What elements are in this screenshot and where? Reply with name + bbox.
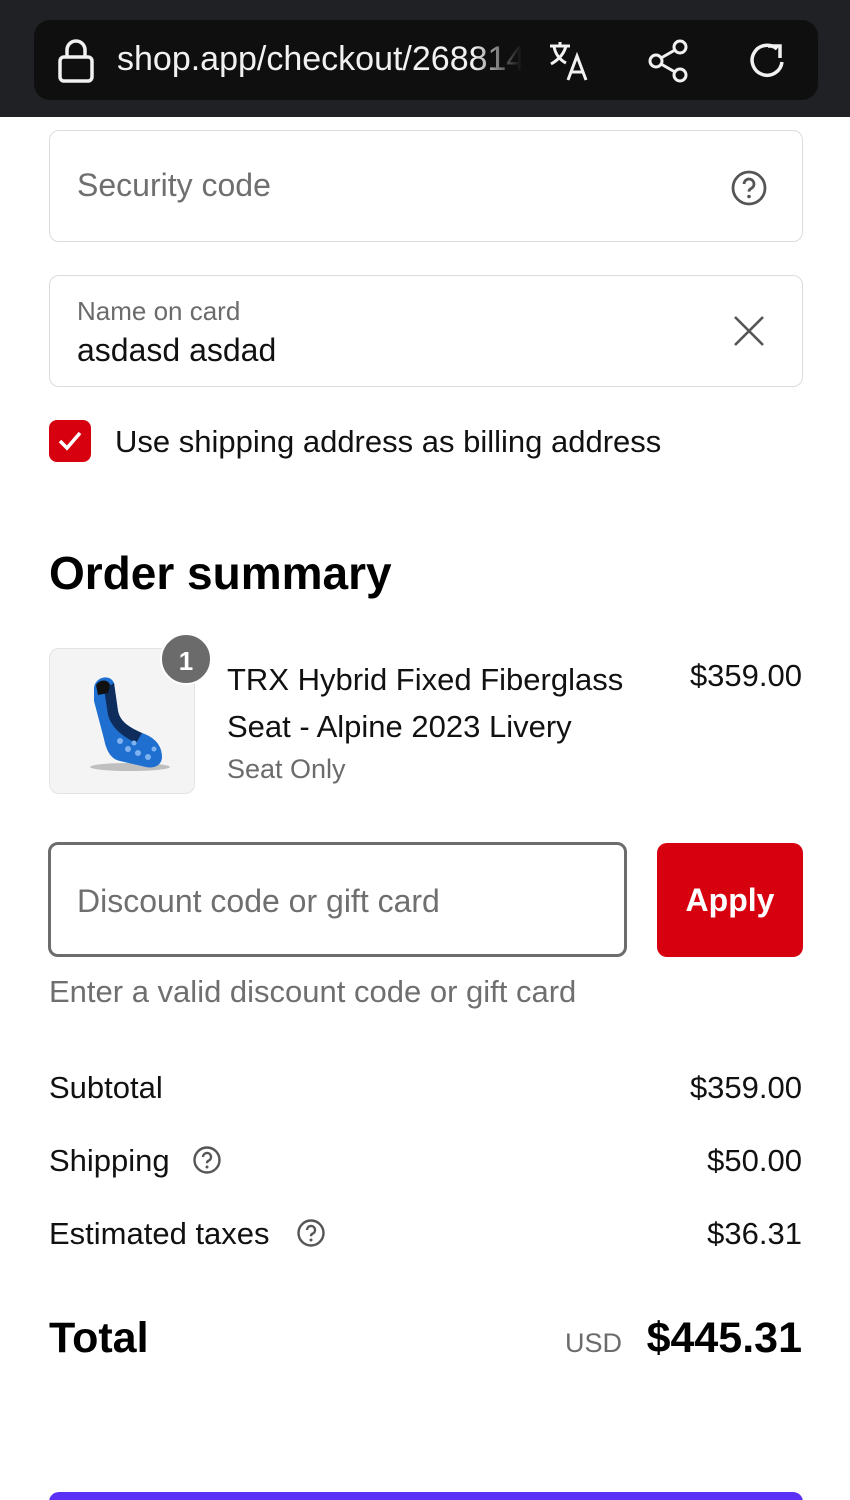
browser-toolbar: shop.app/checkout/26881439: [0, 0, 850, 117]
product-title: TRX Hybrid Fixed Fiberglass Seat - Alpin…: [227, 662, 624, 744]
check-icon: [58, 431, 82, 451]
shipping-label: Shipping: [49, 1143, 222, 1179]
discount-code-placeholder: Discount code or gift card: [77, 883, 440, 919]
subtotal-label: Subtotal: [49, 1070, 163, 1106]
shipping-value: $50.00: [707, 1143, 802, 1178]
product-price: $359.00: [689, 658, 802, 693]
total-currency: USD: [564, 1328, 622, 1358]
discount-error-text: Enter a valid discount code or gift card: [49, 974, 577, 1009]
security-code-field[interactable]: Security code: [49, 130, 803, 242]
product-thumbnail: 1: [49, 633, 212, 794]
help-icon[interactable]: [730, 169, 768, 207]
billing-address-checkbox-label[interactable]: Use shipping address as billing address: [115, 424, 661, 460]
subtotal-value: $359.00: [689, 1070, 802, 1105]
name-on-card-field[interactable]: Name on card asdasd asdad: [49, 275, 803, 387]
share-icon[interactable]: [646, 38, 692, 84]
shipping-label-text: Shipping: [49, 1143, 170, 1178]
discount-code-input[interactable]: Discount code or gift card: [48, 842, 627, 957]
taxes-label-text: Estimated taxes: [49, 1216, 270, 1251]
taxes-label: Estimated taxes: [49, 1216, 326, 1252]
order-summary-title: Order summary: [49, 547, 392, 599]
total-label: Total: [49, 1314, 149, 1362]
taxes-help-icon[interactable]: [296, 1218, 326, 1248]
quantity-badge: 1: [160, 633, 212, 685]
billing-address-checkbox[interactable]: [49, 420, 91, 462]
reload-icon[interactable]: [744, 38, 790, 84]
pay-now-button[interactable]: [49, 1492, 803, 1500]
address-bar[interactable]: shop.app/checkout/26881439: [34, 20, 818, 100]
product-variant: Seat Only: [227, 754, 346, 784]
url-text[interactable]: shop.app/checkout/26881439: [117, 40, 522, 80]
translate-icon[interactable]: [546, 38, 592, 84]
lock-icon[interactable]: [56, 38, 96, 84]
security-code-placeholder: Security code: [77, 167, 271, 203]
name-on-card-label: Name on card: [77, 296, 241, 326]
subtotal-label-text: Subtotal: [49, 1070, 163, 1105]
shipping-help-icon[interactable]: [192, 1145, 222, 1175]
name-on-card-value[interactable]: asdasd asdad: [77, 332, 276, 369]
taxes-value: $36.31: [707, 1216, 802, 1251]
total-value: $445.31: [646, 1314, 802, 1362]
clear-icon[interactable]: [732, 314, 766, 348]
apply-discount-button[interactable]: Apply: [657, 843, 803, 957]
